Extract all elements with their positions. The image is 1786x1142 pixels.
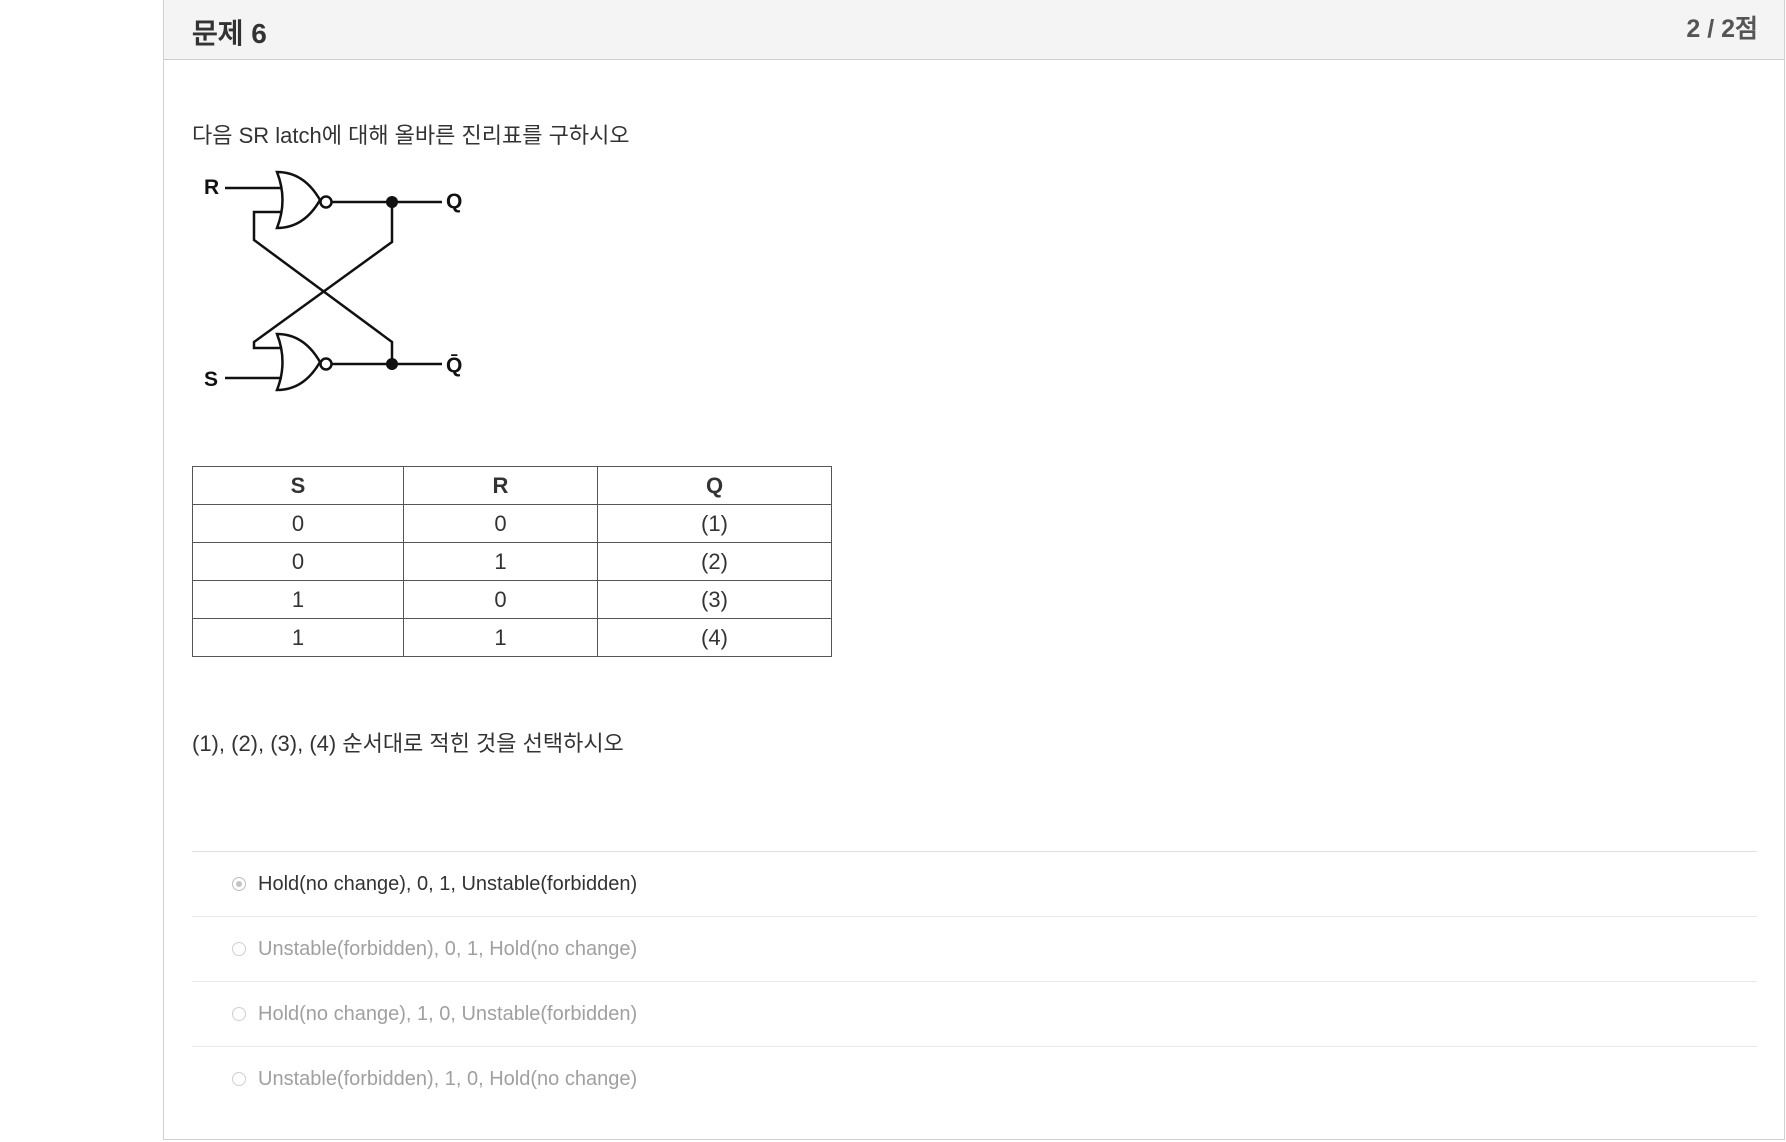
radio-empty-icon[interactable] xyxy=(232,1072,246,1086)
answer-option-1[interactable]: Hold(no change), 0, 1, Unstable(forbidde… xyxy=(192,852,1757,917)
answer-option-3[interactable]: Hold(no change), 1, 0, Unstable(forbidde… xyxy=(192,982,1757,1047)
radio-selected-icon[interactable] xyxy=(232,877,246,891)
answer-option-label: Hold(no change), 1, 0, Unstable(forbidde… xyxy=(258,1002,638,1025)
answer-option-label: Unstable(forbidden), 1, 0, Hold(no chang… xyxy=(258,1067,638,1090)
question-header: 문제 6 2 / 2점 xyxy=(164,0,1784,60)
answer-options: Hold(no change), 0, 1, Unstable(forbidde… xyxy=(192,851,1757,1111)
answer-option-4[interactable]: Unstable(forbidden), 1, 0, Hold(no chang… xyxy=(192,1047,1757,1111)
radio-empty-icon[interactable] xyxy=(232,942,246,956)
sr-latch-diagram: R S Q Q̄ xyxy=(204,170,462,392)
label-q: Q xyxy=(446,190,462,213)
answer-option-label: Hold(no change), 0, 1, Unstable(forbidde… xyxy=(258,872,638,895)
table-row: 0 0 (1) xyxy=(192,504,832,543)
table-header-row: S R Q xyxy=(192,466,832,505)
answer-option-label: Unstable(forbidden), 0, 1, Hold(no chang… xyxy=(258,937,638,960)
label-qbar: Q̄ xyxy=(446,354,462,377)
table-cell: (3) xyxy=(597,580,832,619)
answer-option-2[interactable]: Unstable(forbidden), 0, 1, Hold(no chang… xyxy=(192,917,1757,982)
question-title: 문제 6 xyxy=(192,18,267,49)
table-cell: (4) xyxy=(597,618,832,657)
column-header-q: Q xyxy=(597,466,832,505)
table-cell: 0 xyxy=(403,504,598,543)
question-score: 2 / 2점 xyxy=(1686,15,1758,43)
table-cell: 0 xyxy=(403,580,598,619)
column-header-r: R xyxy=(403,466,598,505)
table-cell: 1 xyxy=(192,580,404,619)
table-cell: 0 xyxy=(192,542,404,581)
column-header-s: S xyxy=(192,466,404,505)
table-cell: 0 xyxy=(192,504,404,543)
question-instruction: (1), (2), (3), (4) 순서대로 적힌 것을 선택하시오 xyxy=(192,731,624,756)
table-cell: 1 xyxy=(192,618,404,657)
truth-table: S R Q 0 0 (1) 0 1 (2) 1 0 (3) 1 1 (4) xyxy=(192,466,832,657)
table-row: 1 0 (3) xyxy=(192,580,832,619)
table-cell: 1 xyxy=(403,618,598,657)
table-row: 1 1 (4) xyxy=(192,618,832,657)
table-row: 0 1 (2) xyxy=(192,542,832,581)
label-r: R xyxy=(204,176,219,199)
question-prompt: 다음 SR latch에 대해 올바른 진리표를 구하시오 xyxy=(192,123,630,148)
radio-empty-icon[interactable] xyxy=(232,1007,246,1021)
label-s: S xyxy=(204,368,218,391)
table-cell: (1) xyxy=(597,504,832,543)
table-cell: (2) xyxy=(597,542,832,581)
question-card: 문제 6 2 / 2점 다음 SR latch에 대해 올바른 진리표를 구하시… xyxy=(163,0,1785,1140)
table-cell: 1 xyxy=(403,542,598,581)
